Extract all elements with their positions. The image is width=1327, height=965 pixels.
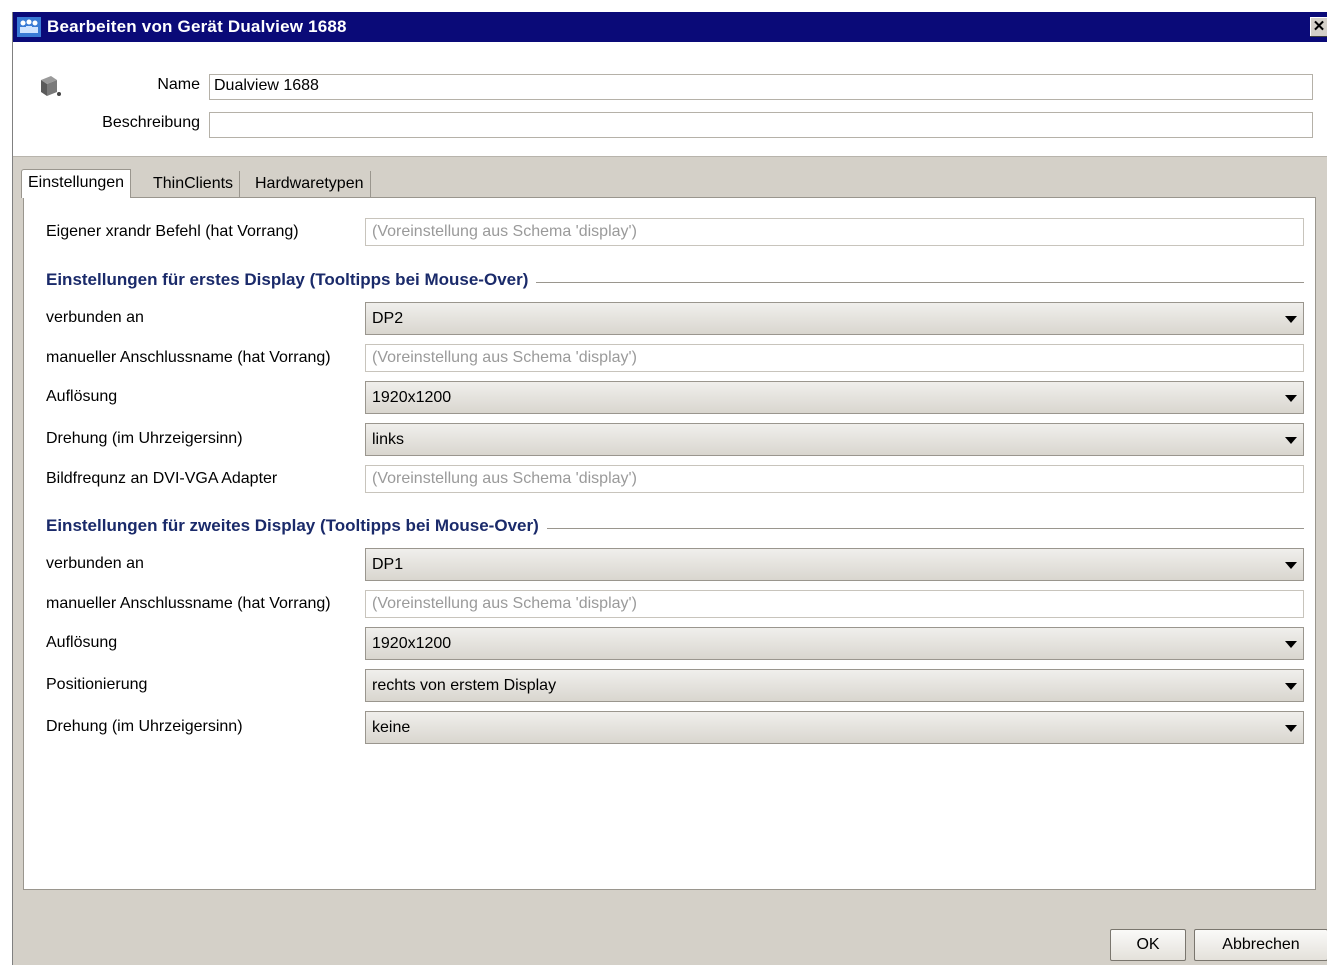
display2-manual-name-input[interactable]: (Voreinstellung aus Schema 'display') xyxy=(365,590,1304,618)
display1-resolution-label: Auflösung xyxy=(46,388,118,405)
xrandr-label: Eigener xrandr Befehl (hat Vorrang) xyxy=(46,223,299,240)
display2-position-label: Positionierung xyxy=(46,676,148,693)
display1-refresh-label: Bildfrequnz an DVI-VGA Adapter xyxy=(46,470,278,487)
tab-hardwaretypen[interactable]: Hardwaretypen xyxy=(249,171,371,197)
display1-rotation-select[interactable]: links xyxy=(365,423,1304,456)
display2-connected-select[interactable]: DP1 xyxy=(365,548,1304,581)
tab-thinclients[interactable]: ThinClients xyxy=(147,171,241,197)
display1-resolution-value: 1920x1200 xyxy=(372,389,452,406)
display2-section-title: Einstellungen für zweites Display (Toolt… xyxy=(46,516,547,536)
display2-connected-label: verbunden an xyxy=(46,555,144,572)
display2-rotation-select[interactable]: keine xyxy=(365,711,1304,744)
display1-section-header: Einstellungen für erstes Display (Toolti… xyxy=(46,270,1304,294)
display2-section-header: Einstellungen für zweites Display (Toolt… xyxy=(46,516,1304,540)
cancel-button[interactable]: Abbrechen xyxy=(1194,929,1327,961)
edit-device-dialog: Bearbeiten von Gerät Dualview 1688 ✕ Nam… xyxy=(12,12,1327,965)
display2-position-value: rechts von erstem Display xyxy=(372,677,557,694)
display2-resolution-select[interactable]: 1920x1200 xyxy=(365,627,1304,660)
xrandr-input[interactable]: (Voreinstellung aus Schema 'display') xyxy=(365,218,1304,246)
display2-connected-value: DP1 xyxy=(372,556,404,573)
ok-button[interactable]: OK xyxy=(1110,929,1186,961)
display1-connected-label: verbunden an xyxy=(46,309,144,326)
chevron-down-icon xyxy=(1285,641,1297,648)
display1-rotation-value: links xyxy=(372,431,405,448)
display1-resolution-select[interactable]: 1920x1200 xyxy=(365,381,1304,414)
chevron-down-icon xyxy=(1285,395,1297,402)
tab-einstellungen[interactable]: Einstellungen xyxy=(21,169,132,198)
settings-panel: Eigener xrandr Befehl (hat Vorrang) (Vor… xyxy=(23,197,1316,890)
display1-section-title: Einstellungen für erstes Display (Toolti… xyxy=(46,270,537,290)
chevron-down-icon xyxy=(1285,316,1297,323)
chevron-down-icon xyxy=(1285,725,1297,732)
chevron-down-icon xyxy=(1285,437,1297,444)
users-group-icon xyxy=(17,17,41,37)
description-label: Beschreibung xyxy=(102,114,200,131)
name-label: Name xyxy=(157,76,200,93)
display1-manual-name-input[interactable]: (Voreinstellung aus Schema 'display') xyxy=(365,344,1304,372)
display1-connected-select[interactable]: DP2 xyxy=(365,302,1304,335)
chevron-down-icon xyxy=(1285,683,1297,690)
tab-strip: Einstellungen ThinClients Hardwaretypen xyxy=(13,157,1327,198)
chevron-down-icon xyxy=(1285,562,1297,569)
thin-client-device-icon xyxy=(41,76,61,96)
close-button[interactable]: ✕ xyxy=(1310,17,1327,37)
display2-position-select[interactable]: rechts von erstem Display xyxy=(365,669,1304,702)
display2-rotation-value: keine xyxy=(372,719,411,736)
window-title: Bearbeiten von Gerät Dualview 1688 xyxy=(47,17,347,36)
display1-connected-value: DP2 xyxy=(372,310,404,327)
display1-rotation-label: Drehung (im Uhrzeigersinn) xyxy=(46,430,243,447)
display2-resolution-value: 1920x1200 xyxy=(372,635,452,652)
description-input[interactable] xyxy=(209,112,1313,138)
display2-rotation-label: Drehung (im Uhrzeigersinn) xyxy=(46,718,243,735)
display1-manual-name-label: manueller Anschlussname (hat Vorrang) xyxy=(46,349,331,366)
title-bar[interactable]: Bearbeiten von Gerät Dualview 1688 ✕ xyxy=(13,12,1327,42)
display2-resolution-label: Auflösung xyxy=(46,634,118,651)
display2-manual-name-label: manueller Anschlussname (hat Vorrang) xyxy=(46,595,331,612)
display1-refresh-input[interactable]: (Voreinstellung aus Schema 'display') xyxy=(365,465,1304,493)
name-input[interactable]: Dualview 1688 xyxy=(209,74,1313,100)
device-header: Name Dualview 1688 Beschreibung xyxy=(13,42,1327,157)
dialog-footer: OK Abbrechen xyxy=(13,891,1327,965)
